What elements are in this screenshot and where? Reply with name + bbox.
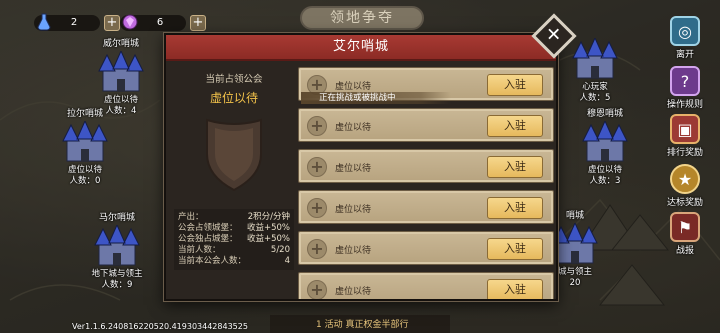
side-menu-label: 操作规则 — [666, 100, 703, 110]
garrison-slot-list[interactable]: + 虚位以待 入驻 正在挑战或被挑战中 + 虚位以待 入驻 + 虚位以待 入驻 … — [298, 67, 554, 299]
star-badge-icon: ★ — [670, 164, 700, 194]
add-icon[interactable]: + — [307, 198, 327, 218]
join-button[interactable]: 入驻 — [487, 74, 543, 96]
stat-row: 公会独占城堡： 收益+50% — [178, 234, 290, 244]
castle-marker[interactable]: 拉尔哨城 虚位以待 人数：0 — [40, 106, 130, 187]
garrison-slot: + 虚位以待 入驻 正在挑战或被挑战中 — [298, 67, 554, 104]
side-menu-label: 离开 — [675, 50, 694, 60]
slot-name: 虚位以待 — [335, 164, 372, 174]
goal-reward-button[interactable]: ★ 达标奖励 — [662, 164, 708, 208]
bottom-notice: 1 活动 真正权金半部行 — [270, 315, 450, 333]
gem-icon — [120, 12, 140, 32]
castle-owner: 虚位以待 — [103, 95, 138, 105]
battle-report-button[interactable]: ⚑ 战报 — [662, 212, 708, 256]
guild-shield-icon — [201, 114, 267, 192]
castle-icon — [57, 119, 113, 165]
castle-marker[interactable]: 马尔哨城 地下城与领主 人数：9 — [72, 210, 162, 291]
side-menu-label: 达标奖励 — [666, 198, 703, 208]
slot-name: 虚位以待 — [335, 82, 372, 92]
castle-icon — [577, 119, 633, 165]
castle-icon — [93, 49, 149, 95]
leave-button[interactable]: ◎ 离开 — [662, 16, 708, 60]
castle-marker[interactable]: 威尔哨城 虚位以待 人数：4 — [76, 36, 166, 117]
castle-members: 人数：0 — [69, 176, 101, 186]
stat-row: 当前人数： 5/20 — [178, 245, 290, 255]
join-button[interactable]: 入驻 — [487, 115, 543, 137]
castle-members: 人数：9 — [101, 280, 133, 290]
treasure-chest-icon: ▣ — [670, 114, 700, 144]
current-guild-label: 当前占领公会 — [205, 74, 263, 85]
castle-info-panel: 当前占领公会 虚位以待 产出： 2积分/分钟 公会占领城堡： 收益+50% 公会独占… — [172, 69, 296, 289]
castle-name: 威尔哨城 — [102, 39, 139, 49]
challenge-banner: 正在挑战或被挑战中 — [301, 92, 451, 104]
garrison-slot: + 虚位以待 入驻 — [298, 149, 554, 183]
add-gem-button[interactable]: + — [190, 15, 206, 31]
swirl-portal-icon: ◎ — [670, 16, 700, 46]
join-button[interactable]: 入驻 — [487, 238, 543, 260]
rules-button[interactable]: ? 操作规则 — [662, 66, 708, 110]
side-menu-label: 战报 — [675, 246, 694, 256]
castle-members: 人数：3 — [589, 176, 621, 186]
slot-name: 虚位以待 — [335, 205, 372, 215]
garrison-slot: + 虚位以待 入驻 — [298, 108, 554, 142]
stat-row: 产出： 2积分/分钟 — [178, 212, 290, 222]
question-book-icon: ? — [670, 66, 700, 96]
castle-icon — [89, 223, 145, 269]
stat-row: 公会占领城堡： 收益+50% — [178, 223, 290, 233]
castle-owner: 地下城与领主 — [91, 269, 143, 279]
castle-owner: 虚位以待 — [587, 165, 622, 175]
map-title: 领地争夺 — [300, 6, 424, 30]
flag-icon: ⚑ — [670, 212, 700, 242]
join-button[interactable]: 入驻 — [487, 197, 543, 219]
resource-gem: 6 + — [120, 14, 206, 32]
close-icon: ✕ — [546, 25, 562, 46]
castle-name: 拉尔哨城 — [66, 109, 103, 119]
side-menu-label: 排行奖励 — [666, 148, 703, 158]
slot-name: 虚位以待 — [335, 287, 372, 297]
add-icon[interactable]: + — [307, 157, 327, 177]
castle-owner: 心玩家 — [582, 82, 608, 92]
castle-dialog: 艾尔哨城 当前占领公会 虚位以待 产出： 2积分/分钟 公会占领城堡： 收益+50%… — [164, 33, 558, 301]
current-guild-name: 虚位以待 — [209, 91, 258, 105]
add-icon[interactable]: + — [307, 239, 327, 259]
garrison-slot: + 虚位以待 入驻 — [298, 272, 554, 299]
resource-potion: 2 + — [34, 12, 120, 32]
castle-owner: 虚位以待 — [67, 165, 102, 175]
add-potion-button[interactable]: + — [104, 15, 120, 31]
castle-stats: 产出： 2积分/分钟 公会占领城堡： 收益+50% 公会独占城堡： 收益+50% 当前… — [174, 209, 294, 270]
castle-name: 穆恩哨城 — [586, 109, 623, 119]
castle-icon — [567, 36, 623, 82]
garrison-slot: + 虚位以待 入驻 — [298, 231, 554, 265]
add-icon[interactable]: + — [307, 280, 327, 299]
join-button[interactable]: 入驻 — [487, 279, 543, 299]
add-icon[interactable]: + — [307, 116, 327, 136]
castle-members: 人数：5 — [579, 93, 611, 103]
version-label: Ver1.1.6.240816220520.419303442843525 — [72, 322, 248, 331]
castle-name: 马尔哨城 — [98, 213, 135, 223]
slot-name: 虚位以待 — [335, 123, 372, 133]
castle-marker[interactable]: 穆恩哨城 虚位以待 人数：3 — [560, 106, 650, 187]
garrison-slot: + 虚位以待 入驻 — [298, 190, 554, 224]
dialog-title: 艾尔哨城 — [166, 35, 556, 61]
slot-name: 虚位以待 — [335, 246, 372, 256]
join-button[interactable]: 入驻 — [487, 156, 543, 178]
potion-icon — [34, 12, 54, 32]
stat-row: 当前本公会人数： 4 — [178, 256, 290, 266]
rank-reward-button[interactable]: ▣ 排行奖励 — [662, 114, 708, 158]
